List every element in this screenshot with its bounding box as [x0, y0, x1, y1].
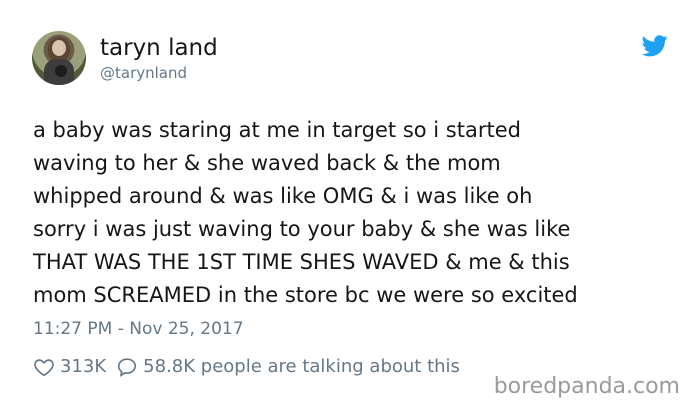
speech-bubble-icon[interactable]	[116, 356, 138, 378]
watermark: boredpanda.com	[493, 374, 680, 399]
avatar-dog	[55, 65, 67, 77]
heart-icon[interactable]	[33, 356, 55, 378]
tweet-card: taryn land @tarynland a baby was staring…	[0, 0, 700, 410]
tweet-timestamp[interactable]: 11:27 PM - Nov 25, 2017	[33, 316, 244, 342]
user-handle[interactable]: @tarynland	[100, 63, 218, 83]
tweet-text: a baby was staring at me in target so i …	[33, 118, 578, 307]
likes-count[interactable]: 313K	[60, 354, 106, 380]
twitter-bird-icon[interactable]	[642, 35, 668, 57]
avatar-face	[52, 40, 66, 56]
talking-count[interactable]: 58.8K people are talking about this	[143, 354, 460, 380]
tweet-stats: 313K 58.8K people are talking about this	[33, 354, 460, 380]
display-name[interactable]: taryn land	[100, 34, 218, 62]
user-names: taryn land @tarynland	[100, 34, 218, 83]
avatar[interactable]	[32, 31, 86, 85]
tweet-header: taryn land @tarynland	[32, 31, 218, 85]
